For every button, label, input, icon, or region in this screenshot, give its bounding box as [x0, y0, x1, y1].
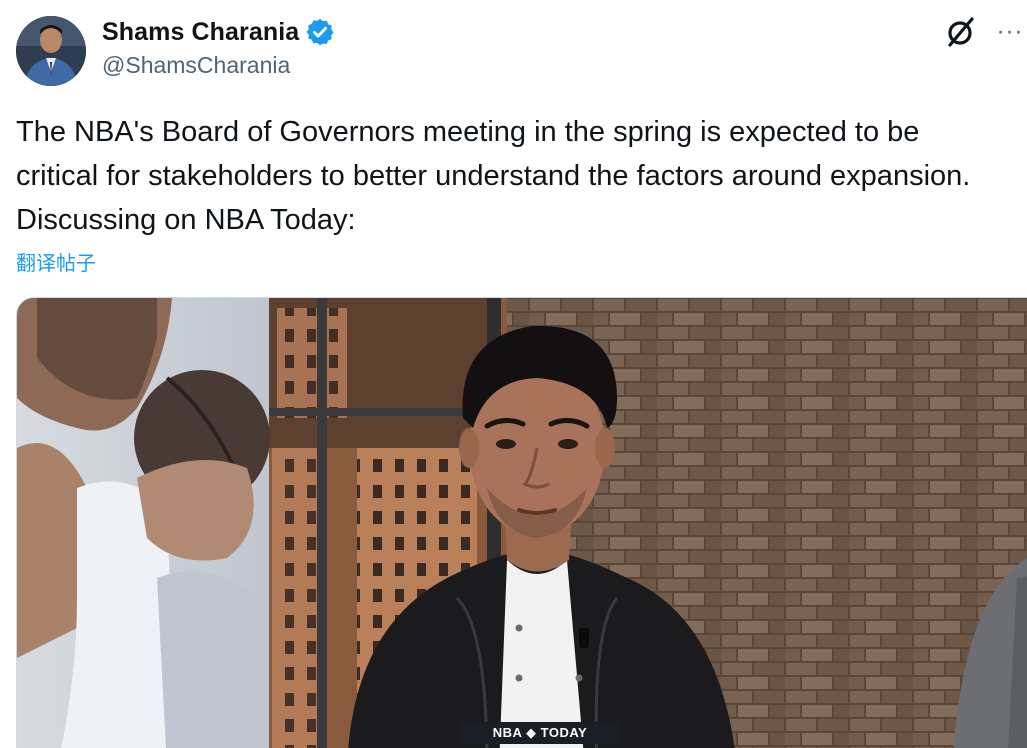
- author-info: Shams Charania @ShamsCharania: [102, 16, 335, 79]
- top-actions: ···: [943, 14, 1027, 50]
- author-avatar[interactable]: [16, 16, 86, 86]
- media-frame: [17, 298, 1027, 748]
- nba-today-badge: NBA ◆ TODAY: [461, 722, 619, 744]
- author-name-row: Shams Charania: [102, 16, 335, 48]
- author-display-name[interactable]: Shams Charania: [102, 18, 299, 47]
- more-icon[interactable]: ···: [993, 15, 1027, 49]
- grok-icon[interactable]: [943, 14, 979, 50]
- translate-post-link[interactable]: 翻译帖子: [16, 247, 96, 276]
- author-handle[interactable]: @ShamsCharania: [102, 52, 335, 79]
- tweet-card: Shams Charania @ShamsCharania ··· The NB…: [0, 0, 1027, 748]
- tweet-text: The NBA's Board of Governors meeting in …: [16, 116, 971, 236]
- verified-badge-icon: [305, 17, 335, 47]
- avatar-image: [16, 16, 86, 86]
- tweet-media-video[interactable]: NBA ◆ TODAY: [16, 297, 1027, 748]
